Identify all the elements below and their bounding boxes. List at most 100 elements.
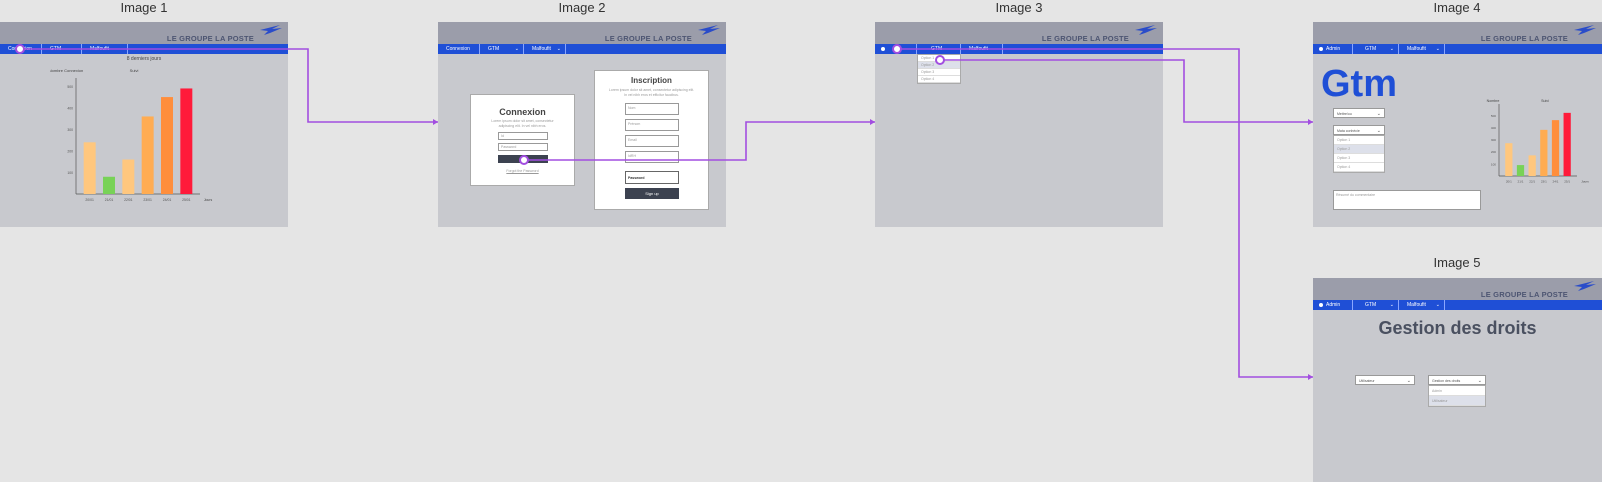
password-input[interactable]: Password — [498, 143, 548, 151]
email-input[interactable]: Email — [625, 135, 679, 147]
brand-text: LE GROUPE LA POSTE — [604, 34, 692, 43]
bar — [1563, 112, 1571, 176]
menu-option-utilisateur[interactable]: Utilisateur — [1429, 396, 1485, 406]
nav-gtm[interactable]: GTM ⌄ — [1353, 44, 1399, 54]
y-tick-label: 100 — [1491, 162, 1496, 166]
menu-option-2[interactable]: Option 2 — [918, 62, 960, 69]
navbar: GTM Malfoufit — [875, 44, 1163, 54]
y-tick-label: 200 — [1491, 150, 1496, 154]
bar — [1551, 120, 1560, 176]
chevron-down-icon: ⌄ — [1406, 378, 1411, 384]
nav-malfait[interactable]: Malfoufit — [82, 44, 128, 54]
id-input[interactable]: Id — [498, 132, 548, 140]
comment-textarea[interactable]: Résumé du commentaire — [1333, 190, 1481, 210]
nom-input[interactable]: Nom — [625, 103, 679, 115]
x-tick-label: 24/01 — [163, 198, 172, 202]
nav-gtm[interactable]: GTM — [917, 44, 961, 54]
bar — [103, 176, 115, 194]
avatar-icon — [1319, 303, 1323, 307]
la-poste-logo-icon — [260, 25, 282, 35]
la-poste-logo-icon — [1135, 25, 1157, 35]
login-button[interactable] — [498, 155, 548, 163]
menu-option-4[interactable]: Option 4 — [918, 76, 960, 83]
menu-option-2[interactable]: Option 2 — [1334, 145, 1384, 154]
nav-admin[interactable]: Admin — [1313, 44, 1353, 54]
x-tick-label: 23/1 — [1541, 180, 1547, 184]
screen-image-5: LE GROUPE LA POSTE Admin GTM ⌄ Malfoufit ⌄… — [1313, 278, 1602, 482]
frame-title-5: Image 5 — [1433, 255, 1481, 270]
nav-malfait[interactable]: Malfoufit ⌄ — [1399, 44, 1445, 54]
screen-image-4: LE GROUPE LA POSTE Admin GTM ⌄ Malfoufit ⌄… — [1313, 22, 1602, 227]
bar — [1516, 165, 1525, 176]
select-1[interactable]: Mettre/ou ⌄ — [1333, 108, 1385, 118]
x-tick-label: 21/1 — [1518, 180, 1524, 184]
avatar-icon — [1319, 47, 1323, 51]
signup-card: Inscription Lorem ipsum dolor sit amet, … — [594, 70, 709, 210]
bar — [180, 88, 193, 194]
navbar: Connexion GTM ⌄ Malfoufit ⌄ — [438, 44, 726, 54]
la-poste-logo-icon — [1574, 25, 1596, 35]
menu-option-1[interactable]: Option 1 — [918, 55, 960, 62]
signup-password-input[interactable]: Password — [625, 171, 679, 184]
select-2[interactable]: Mata conhécie ⌄ — [1333, 125, 1385, 135]
header-bar: LE GROUPE LA POSTE — [0, 22, 288, 44]
nav-avatar[interactable] — [875, 44, 917, 54]
user-select-value: Utilisateur — [1359, 379, 1375, 383]
page-heading: Gtm — [1321, 63, 1397, 105]
x-tick-label: 23/01 — [143, 198, 152, 202]
y-tick-label: 400 — [1491, 126, 1496, 130]
page-heading: Gestion des droits — [1378, 318, 1537, 338]
idrh-input[interactable]: IdRH — [625, 151, 679, 163]
brand-text: LE GROUPE LA POSTE — [166, 34, 254, 43]
nav-malfait[interactable]: Malfoufit — [961, 44, 1003, 54]
nav-malfait[interactable]: Malfoufit ⌄ — [1399, 300, 1445, 310]
login-text-line-1: Lorem ipsum dolor sit amet, consectetur — [491, 119, 554, 123]
chart-subtitle: Suivi — [1541, 99, 1549, 103]
chevron-down-icon: ⌄ — [1435, 302, 1440, 308]
menu-option-1[interactable]: Option 1 — [1334, 136, 1384, 145]
menu-option-3[interactable]: Option 3 — [1334, 154, 1384, 163]
nav-gtm[interactable]: GTM — [42, 44, 82, 54]
gtm-dropdown-menu: Option 1 Option 2 Option 3 Option 4 — [917, 54, 961, 84]
chevron-down-icon: ⌄ — [1376, 111, 1381, 117]
chevron-down-icon: ⌄ — [1389, 302, 1394, 308]
nav-gtm-label: GTM — [1365, 302, 1377, 308]
screen-image-1: LE GROUPE LA POSTE Connexion GTM Malfouf… — [0, 22, 288, 227]
header-bar: LE GROUPE LA POSTE — [438, 22, 726, 44]
menu-option-3[interactable]: Option 3 — [918, 69, 960, 76]
y-axis-label: Nombre — [1487, 99, 1500, 103]
rights-select[interactable]: Gestion des droits ⌄ — [1428, 375, 1486, 385]
rights-menu: Admin Utilisateur — [1428, 385, 1486, 407]
menu-option-4[interactable]: Option 4 — [1334, 163, 1384, 172]
x-tick-label: 25/1 — [1564, 180, 1570, 184]
nav-connexion[interactable]: Connexion — [0, 44, 42, 54]
x-tick-label: 20/1 — [1506, 180, 1512, 184]
prenom-input[interactable]: Prénom — [625, 119, 679, 131]
nav-connexion[interactable]: Connexion — [438, 44, 480, 54]
x-tick-label: 22/01 — [124, 198, 133, 202]
nav-malfait[interactable]: Malfoufit ⌄ — [524, 44, 566, 54]
nav-gtm-label: GTM — [488, 46, 500, 52]
nav-malfait-label: Malfoufit — [1407, 46, 1426, 52]
nav-gtm[interactable]: GTM ⌄ — [1353, 300, 1399, 310]
chevron-down-icon: ⌄ — [556, 46, 561, 52]
y-tick-label: 200 — [67, 149, 73, 153]
chart-subtitle: Suivi — [130, 68, 139, 73]
y-tick-label: 400 — [67, 106, 73, 110]
menu-option-admin[interactable]: Admin — [1429, 386, 1485, 396]
x-tick-label: 25/01 — [182, 198, 191, 202]
nav-gtm[interactable]: GTM ⌄ — [480, 44, 524, 54]
bar — [1528, 155, 1536, 176]
navbar: Admin GTM ⌄ Malfoufit ⌄ — [1313, 300, 1602, 310]
frame-title-1: Image 1 — [120, 0, 168, 15]
frame-title-2: Image 2 — [558, 0, 606, 15]
user-select[interactable]: Utilisateur ⌄ — [1355, 375, 1415, 385]
bar — [141, 116, 154, 194]
bar — [122, 159, 135, 194]
signup-button[interactable]: Sign up — [625, 188, 679, 199]
nav-admin[interactable]: Admin — [1313, 300, 1353, 310]
signup-text-line-2: In vel nibh eros et efficitur faucibus. — [624, 93, 679, 97]
x-tick-label: 20/01 — [85, 198, 94, 202]
forgot-password-link[interactable]: Forgot the Password — [471, 169, 574, 174]
la-poste-logo-icon — [1574, 281, 1596, 291]
